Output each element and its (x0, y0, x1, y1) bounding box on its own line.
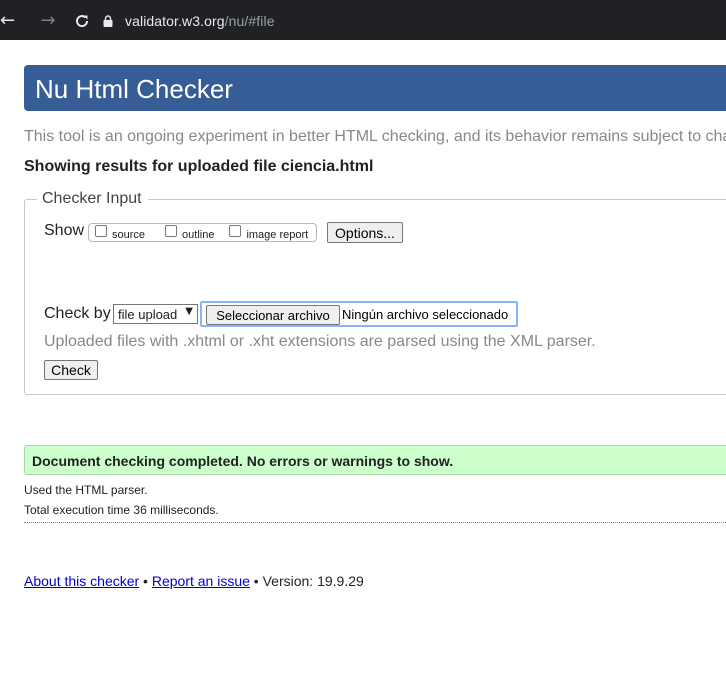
upload-note: Uploaded files with .xhtml or .xht exten… (44, 333, 596, 350)
divider (24, 522, 726, 523)
image-report-checkbox[interactable] (229, 224, 242, 237)
source-label: source (112, 228, 146, 241)
intro-text: This tool is an ongoing experiment in be… (24, 128, 726, 145)
options-button[interactable]: Options... (327, 222, 403, 243)
outline-checkbox[interactable] (165, 224, 178, 237)
checker-input-legend: Checker Input (42, 190, 142, 207)
arrow-right-icon[interactable]: → (32, 10, 64, 31)
footer: About this checker • Report an issue • V… (24, 573, 364, 589)
success-message: Document checking completed. No errors o… (32, 453, 454, 469)
check-by-select[interactable]: file upload ▼ (113, 304, 198, 324)
reload-icon[interactable] (66, 10, 98, 31)
version-text: • Version: 19.9.29 (249, 573, 364, 589)
success-message-box: Document checking completed. No errors o… (24, 445, 726, 475)
check-by-selected-value: file upload (118, 306, 178, 322)
address-bar[interactable]: validator.w3.org/nu/#file (96, 7, 726, 35)
page-title: Nu Html Checker (35, 74, 233, 104)
checker-input-fieldset: Checker Input (24, 190, 726, 395)
footer-separator: • (139, 573, 152, 589)
results-heading: Showing results for uploaded file cienci… (24, 158, 374, 175)
show-source-option[interactable]: source (95, 224, 146, 241)
choose-file-button[interactable]: Seleccionar archivo (206, 305, 340, 325)
dropdown-arrow-icon: ▼ (185, 306, 193, 317)
check-button[interactable]: Check (44, 360, 98, 380)
browser-toolbar: ← → validator.w3.org/nu/#file (0, 0, 726, 40)
check-by-label: Check by (44, 305, 111, 322)
file-input[interactable]: Seleccionar archivo Ningún archivo selec… (200, 301, 518, 327)
source-checkbox[interactable] (95, 224, 107, 237)
image-report-label: image report (246, 228, 309, 241)
file-status-text: Ningún archivo seleccionado (342, 307, 509, 322)
about-link[interactable]: About this checker (24, 573, 139, 589)
execution-time-note: Total execution time 36 milliseconds. (24, 503, 219, 517)
show-label: Show (44, 222, 85, 239)
show-options-group: source outline image report (88, 223, 317, 242)
report-issue-link[interactable]: Report an issue (152, 573, 250, 589)
show-image-report-option[interactable]: image report (229, 224, 309, 241)
arrow-left-icon[interactable]: ← (0, 10, 18, 31)
url-text: validator.w3.org/nu/#file (125, 13, 275, 29)
parser-note: Used the HTML parser. (24, 483, 148, 497)
header-bar: Nu Html Checker (24, 65, 726, 111)
lock-icon (103, 15, 113, 27)
show-outline-option[interactable]: outline (165, 224, 215, 241)
outline-label: outline (182, 228, 215, 241)
